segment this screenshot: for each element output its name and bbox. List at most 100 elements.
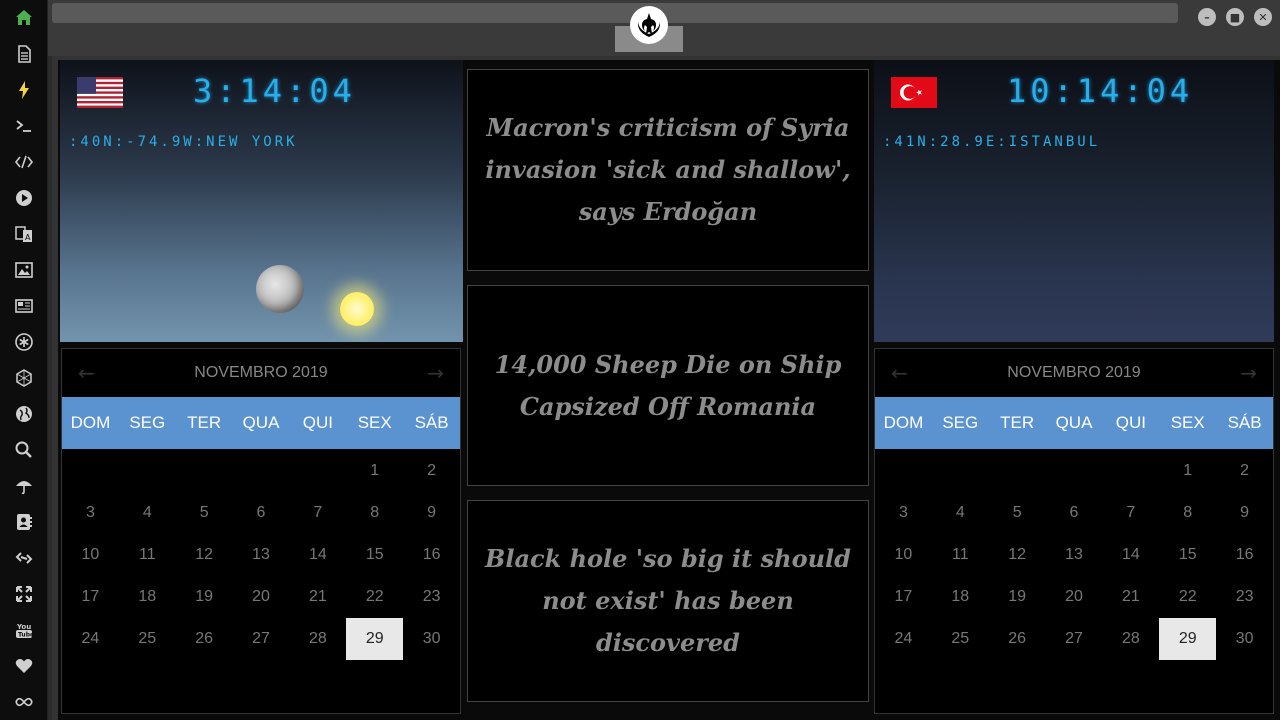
calendar-day[interactable]: 27 bbox=[233, 618, 290, 660]
calendar-day[interactable]: 8 bbox=[346, 492, 403, 534]
calendar-day[interactable]: 28 bbox=[1102, 618, 1159, 660]
rebel-emblem-icon[interactable] bbox=[630, 6, 668, 44]
close-button[interactable]: ✕ bbox=[1254, 8, 1272, 26]
home-icon[interactable] bbox=[0, 0, 48, 36]
calendar-day[interactable]: 8 bbox=[1159, 492, 1216, 534]
calendar-day[interactable]: 20 bbox=[233, 576, 290, 618]
document-icon[interactable] bbox=[0, 36, 48, 72]
calendar-day[interactable]: 23 bbox=[1216, 576, 1273, 618]
translate-icon[interactable]: A bbox=[0, 216, 48, 252]
image-icon[interactable] bbox=[0, 252, 48, 288]
calendar-day[interactable]: 4 bbox=[119, 492, 176, 534]
calendar-day[interactable]: 5 bbox=[989, 492, 1046, 534]
calendar-week-row: 17 18 19 20 21 22 23 bbox=[875, 576, 1273, 618]
news-headline[interactable]: 14,000 Sheep Die on Ship Capsized Off Ro… bbox=[480, 344, 856, 428]
calendar-day[interactable]: 3 bbox=[62, 492, 119, 534]
calendar-day[interactable]: 15 bbox=[1159, 534, 1216, 576]
calendar-day[interactable]: 17 bbox=[875, 576, 932, 618]
code-icon[interactable] bbox=[0, 144, 48, 180]
calendar-day[interactable]: 5 bbox=[176, 492, 233, 534]
calendar-day[interactable]: 21 bbox=[289, 576, 346, 618]
calendar-day[interactable]: 6 bbox=[1046, 492, 1103, 534]
news-headline[interactable]: Macron's criticism of Syria invasion 'si… bbox=[480, 107, 856, 233]
calendar-day[interactable]: 9 bbox=[403, 492, 460, 534]
calendar-day[interactable]: 29 bbox=[1159, 618, 1217, 660]
calendar-day[interactable]: 24 bbox=[62, 618, 119, 660]
contacts-icon[interactable] bbox=[0, 504, 48, 540]
calendar-day[interactable]: 26 bbox=[176, 618, 233, 660]
calendar-day[interactable]: 9 bbox=[1216, 492, 1273, 534]
asterisk-icon[interactable] bbox=[0, 324, 48, 360]
calendar-day[interactable]: 29 bbox=[346, 618, 404, 660]
calendar-day[interactable]: 22 bbox=[1159, 576, 1216, 618]
calendar-day[interactable]: 4 bbox=[932, 492, 989, 534]
news-card[interactable]: Black hole 'so big it should not exist' … bbox=[467, 500, 869, 702]
calendar-day[interactable]: 24 bbox=[875, 618, 932, 660]
calendar-day[interactable]: 30 bbox=[403, 618, 460, 660]
calendar-next-button[interactable]: → bbox=[1240, 361, 1257, 385]
calendar-day[interactable]: 27 bbox=[1046, 618, 1103, 660]
maximize-button[interactable]: ■ bbox=[1226, 8, 1244, 26]
calendar-day[interactable]: 19 bbox=[989, 576, 1046, 618]
calendar-day[interactable]: 12 bbox=[176, 534, 233, 576]
calendar-day[interactable]: 25 bbox=[119, 618, 176, 660]
news-card[interactable]: Macron's criticism of Syria invasion 'si… bbox=[467, 69, 869, 271]
calendar-day[interactable]: 25 bbox=[932, 618, 989, 660]
calendar-day[interactable]: 13 bbox=[1046, 534, 1103, 576]
calendar-istanbul: NOVEMBRO 2019 ← → DOM SEG TER QUA QUI SEX SÁB … bbox=[874, 348, 1274, 714]
calendar-day[interactable]: 12 bbox=[989, 534, 1046, 576]
calendar-day[interactable]: 14 bbox=[289, 534, 346, 576]
calendar-day[interactable]: 18 bbox=[119, 576, 176, 618]
calendar-day[interactable]: 15 bbox=[346, 534, 403, 576]
calendar-day[interactable]: 20 bbox=[1046, 576, 1103, 618]
calendar-day[interactable]: 10 bbox=[875, 534, 932, 576]
calendar-day[interactable]: 1 bbox=[1159, 450, 1216, 492]
calendar-day[interactable]: 2 bbox=[1216, 450, 1273, 492]
calendar-day[interactable]: 16 bbox=[1216, 534, 1273, 576]
terminal-icon[interactable] bbox=[0, 108, 48, 144]
new-york-clock: 3:14:04 bbox=[193, 72, 356, 110]
calendar-day[interactable]: 23 bbox=[403, 576, 460, 618]
link-icon[interactable] bbox=[0, 540, 48, 576]
calendar-day[interactable]: 6 bbox=[233, 492, 290, 534]
calendar-day[interactable]: 1 bbox=[346, 450, 403, 492]
heart-icon[interactable] bbox=[0, 648, 48, 684]
calendar-day[interactable]: 3 bbox=[875, 492, 932, 534]
umbrella-icon[interactable] bbox=[0, 468, 48, 504]
calendar-day[interactable]: 7 bbox=[1102, 492, 1159, 534]
newspaper-icon[interactable] bbox=[0, 288, 48, 324]
news-headline[interactable]: Black hole 'so big it should not exist' … bbox=[480, 538, 856, 664]
youtube-icon[interactable]: You Tube bbox=[0, 612, 48, 648]
infinity-icon[interactable] bbox=[0, 684, 48, 720]
play-icon[interactable] bbox=[0, 180, 48, 216]
calendar-prev-button[interactable]: ← bbox=[891, 361, 908, 385]
calendar-day[interactable]: 28 bbox=[289, 618, 346, 660]
minimize-button[interactable]: – bbox=[1198, 8, 1216, 26]
expand-icon[interactable] bbox=[0, 576, 48, 612]
search-icon[interactable] bbox=[0, 432, 48, 468]
calendar-empty-cell bbox=[233, 450, 290, 492]
lightning-icon[interactable] bbox=[0, 72, 48, 108]
calendar-empty-cell bbox=[932, 450, 989, 492]
calendar-day[interactable]: 19 bbox=[176, 576, 233, 618]
calendar-day[interactable]: 7 bbox=[289, 492, 346, 534]
calendar-day[interactable]: 30 bbox=[1216, 618, 1273, 660]
calendar-day[interactable]: 14 bbox=[1102, 534, 1159, 576]
calendar-day[interactable]: 26 bbox=[989, 618, 1046, 660]
globe-icon[interactable] bbox=[0, 396, 48, 432]
hexagon-icon[interactable] bbox=[0, 360, 48, 396]
calendar-day[interactable]: 17 bbox=[62, 576, 119, 618]
calendar-day[interactable]: 10 bbox=[62, 534, 119, 576]
calendar-next-button[interactable]: → bbox=[427, 361, 444, 385]
calendar-day[interactable]: 2 bbox=[403, 450, 460, 492]
title-bar-track[interactable] bbox=[52, 3, 1178, 23]
calendar-day[interactable]: 11 bbox=[119, 534, 176, 576]
calendar-day[interactable]: 16 bbox=[403, 534, 460, 576]
news-card[interactable]: 14,000 Sheep Die on Ship Capsized Off Ro… bbox=[467, 285, 869, 486]
calendar-day[interactable]: 22 bbox=[346, 576, 403, 618]
calendar-day[interactable]: 11 bbox=[932, 534, 989, 576]
calendar-prev-button[interactable]: ← bbox=[78, 361, 95, 385]
calendar-day[interactable]: 21 bbox=[1102, 576, 1159, 618]
calendar-day[interactable]: 13 bbox=[233, 534, 290, 576]
calendar-day[interactable]: 18 bbox=[932, 576, 989, 618]
